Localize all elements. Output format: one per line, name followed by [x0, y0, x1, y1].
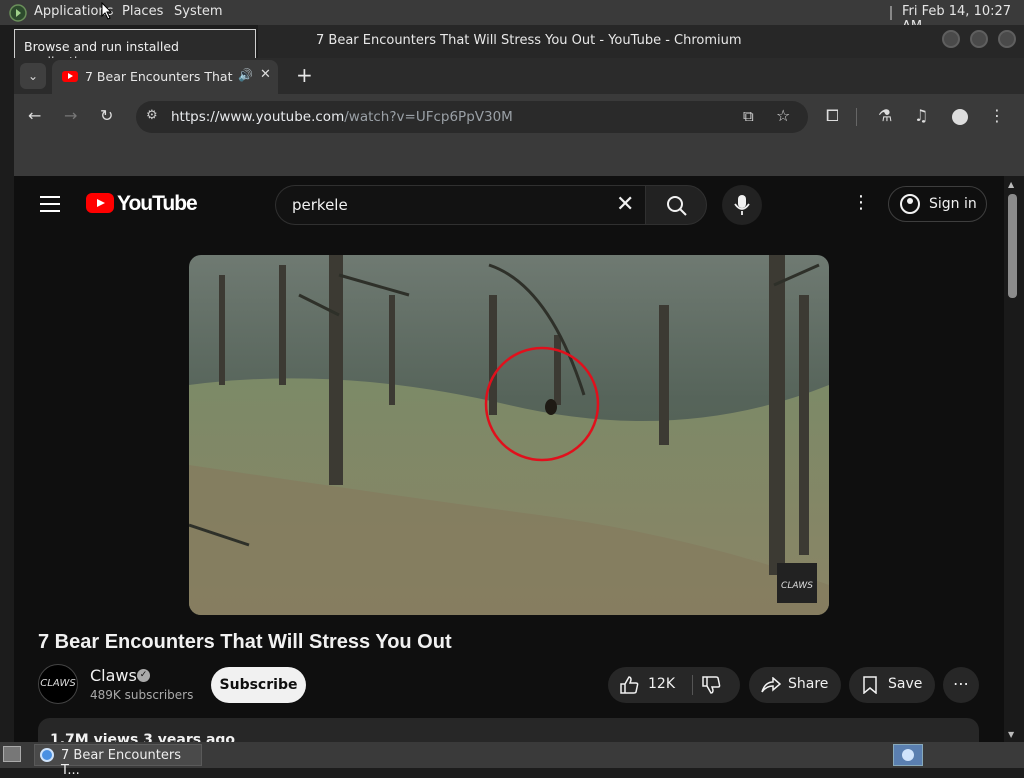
chromium-icon — [40, 748, 54, 762]
channel-name[interactable]: Claws — [90, 666, 137, 685]
thumbs-up-icon[interactable] — [620, 676, 640, 694]
video-player[interactable]: CLAWS — [189, 255, 829, 615]
close-tab-icon[interactable]: ✕ — [260, 67, 271, 82]
bookmark-star-icon[interactable]: ☆ — [776, 106, 790, 125]
install-app-icon[interactable]: ⧉ — [743, 107, 754, 125]
like-divider — [692, 675, 693, 695]
places-menu[interactable]: Places — [122, 4, 163, 19]
workspace-chromium-icon — [902, 749, 914, 761]
applications-menu-icon[interactable] — [9, 4, 27, 22]
maximize-button[interactable] — [970, 30, 988, 48]
watermark-text: CLAWS — [781, 581, 813, 591]
back-arrow-icon[interactable]: ← — [28, 106, 41, 125]
channel-avatar[interactable]: CLAWS — [38, 664, 78, 704]
sign-in-label: Sign in — [929, 196, 977, 212]
verified-check-icon: ✓ — [137, 669, 150, 682]
tab-search-button[interactable]: ⌄ — [20, 63, 46, 89]
labs-flask-icon[interactable]: ⚗ — [878, 106, 892, 125]
youtube-page: YouTube perkele ✕ ⋮ Sign in CLAWS 7 Bear… — [14, 176, 1004, 742]
subscribe-button[interactable]: Subscribe — [211, 667, 306, 703]
system-menu[interactable]: System — [174, 4, 222, 19]
bookmark-bar — [14, 140, 1024, 176]
share-button[interactable]: Share — [749, 667, 841, 703]
tab-youtube[interactable]: 7 Bear Encounters That Will Stress You O… — [52, 60, 278, 94]
url-path: /watch?v=UFcp6PpV30M — [344, 109, 513, 125]
speaker-icon[interactable]: 🔊 — [238, 68, 253, 82]
scroll-up-icon[interactable]: ▲ — [1008, 180, 1014, 189]
search-icon — [667, 196, 687, 216]
panel-separator — [890, 6, 892, 20]
page-scrollbar[interactable]: ▲ ▼ — [1004, 176, 1024, 742]
bear-figure — [545, 399, 557, 415]
url-host: https://www.youtube.com — [171, 109, 345, 125]
youtube-logo-icon[interactable] — [86, 193, 114, 213]
like-count[interactable]: 12K — [648, 676, 675, 692]
microphone-icon — [734, 195, 750, 215]
taskbar-window-label: 7 Bear Encounters T... — [61, 748, 182, 778]
extensions-puzzle-icon[interactable]: ⧠ — [826, 106, 839, 126]
bottom-taskbar: 7 Bear Encounters T... — [0, 742, 1024, 778]
hamburger-menu-icon[interactable] — [40, 196, 60, 217]
share-label: Share — [788, 676, 829, 692]
share-icon — [761, 677, 781, 693]
toolbar-divider — [856, 108, 857, 126]
workspace-switcher-icon[interactable] — [893, 744, 923, 766]
save-label: Save — [888, 676, 923, 692]
video-frame[interactable]: CLAWS — [189, 255, 829, 615]
thumbs-down-icon[interactable] — [702, 676, 722, 694]
minimize-button[interactable] — [942, 30, 960, 48]
close-window-button[interactable] — [998, 30, 1016, 48]
url-text[interactable]: https://www.youtube.com/watch?v=UFcp6PpV… — [171, 109, 513, 125]
clear-search-icon[interactable]: ✕ — [616, 192, 634, 217]
mouse-cursor-icon — [101, 2, 113, 20]
chevron-down-icon: ⌄ — [27, 69, 39, 83]
bookmark-icon — [863, 676, 877, 694]
subscriber-count: 489K subscribers — [90, 688, 194, 702]
show-desktop-icon[interactable] — [3, 746, 21, 762]
view-stats: 1.7M views 3 years ago — [50, 732, 236, 742]
window-title: 7 Bear Encounters That Will Stress You O… — [316, 33, 742, 48]
site-settings-icon[interactable]: ⚙ — [146, 108, 158, 123]
youtube-logo-text[interactable]: YouTube — [117, 192, 198, 216]
account-icon — [900, 194, 920, 214]
youtube-favicon-icon — [62, 71, 78, 82]
forward-arrow-icon[interactable]: → — [64, 106, 77, 125]
search-input[interactable]: perkele ✕ — [275, 185, 645, 225]
browser-menu-icon[interactable]: ⋮ — [989, 106, 1005, 125]
window-titlebar[interactable]: 7 Bear Encounters That Will Stress You O… — [258, 25, 1024, 58]
settings-menu-icon[interactable]: ⋮ — [852, 192, 870, 213]
reload-icon[interactable]: ↻ — [100, 106, 113, 125]
save-button[interactable]: Save — [849, 667, 935, 703]
voice-search-button[interactable] — [722, 185, 762, 225]
scroll-down-icon[interactable]: ▼ — [1008, 730, 1014, 739]
sign-in-button[interactable]: Sign in — [888, 186, 987, 222]
browser-toolbar: ← → ↻ ⚙ https://www.youtube.com/watch?v=… — [14, 94, 1024, 140]
video-title: 7 Bear Encounters That Will Stress You O… — [38, 631, 452, 653]
search-button[interactable] — [645, 185, 707, 225]
tab-title: 7 Bear Encounters That Will Stress You O… — [85, 69, 235, 84]
new-tab-icon[interactable]: + — [296, 63, 313, 87]
taskbar-window-button[interactable]: 7 Bear Encounters T... — [34, 744, 202, 778]
profile-avatar-icon[interactable] — [952, 109, 968, 125]
like-dislike-group: 12K — [608, 667, 740, 703]
address-bar[interactable]: ⚙ https://www.youtube.com/watch?v=UFcp6P… — [136, 101, 808, 133]
search-query: perkele — [292, 196, 348, 214]
scrollbar-thumb[interactable] — [1008, 194, 1017, 298]
more-actions-icon[interactable]: ⋯ — [943, 667, 979, 703]
description-box[interactable]: 1.7M views 3 years ago — [38, 718, 979, 742]
media-control-icon[interactable]: ♫ — [914, 106, 928, 125]
top-panel: Applications Places System Fri Feb 14, 1… — [0, 0, 1024, 34]
tab-strip: ⌄ 7 Bear Encounters That Will Stress You… — [14, 58, 1024, 94]
